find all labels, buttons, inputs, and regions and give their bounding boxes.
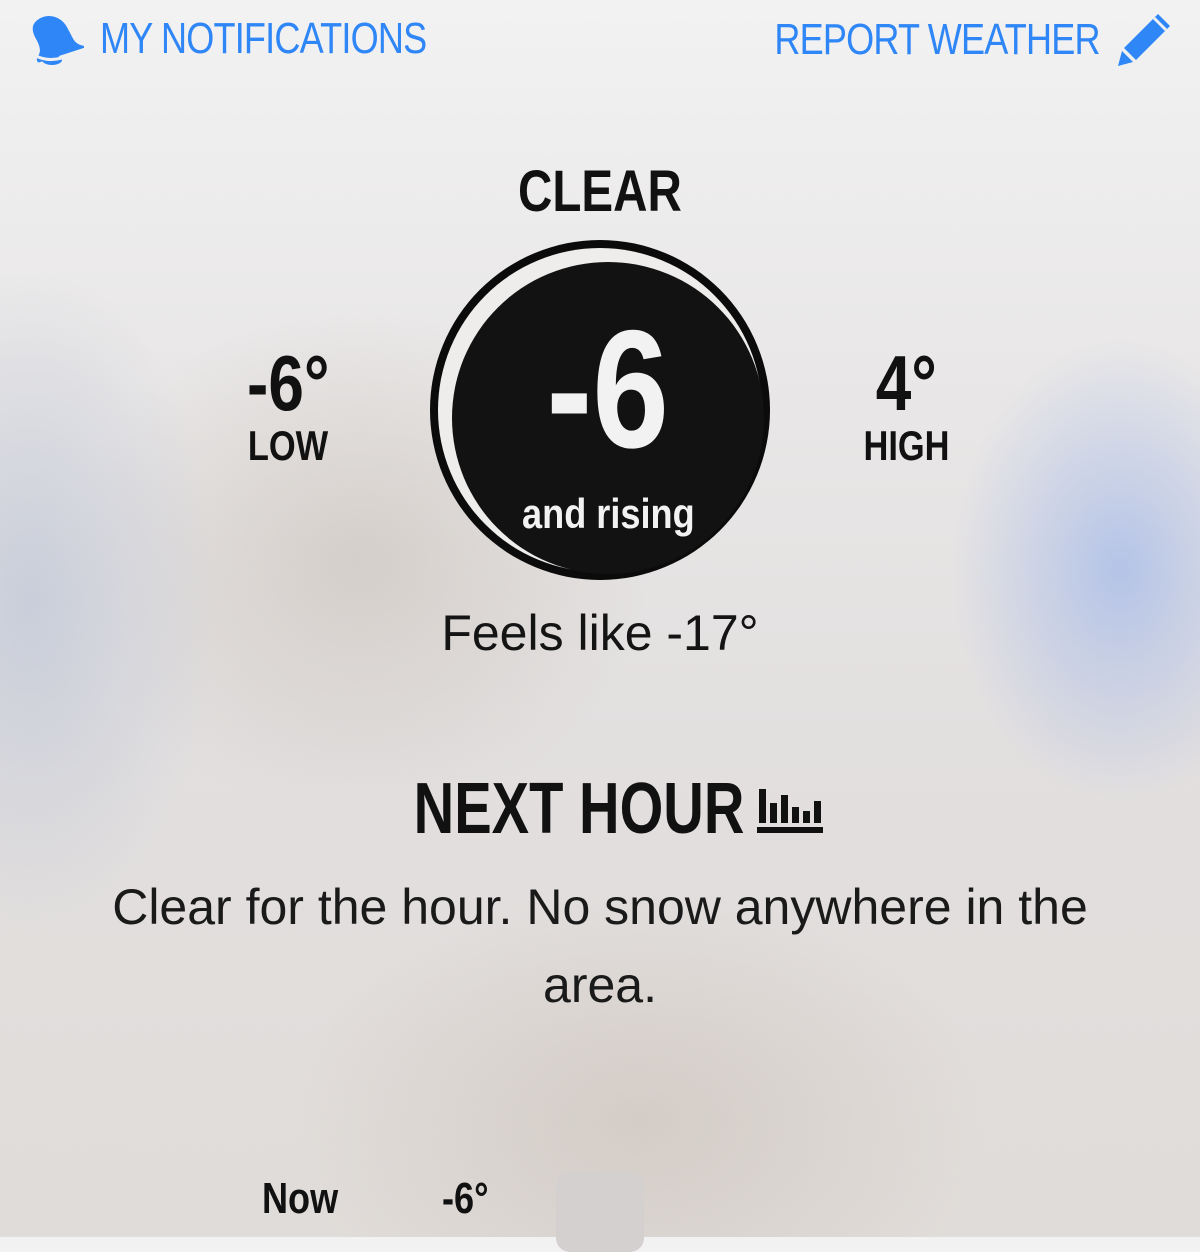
pencil-icon [1118,14,1170,66]
current-temperature-dial: -6 and rising [430,240,770,580]
hourly-row: Now -6° [0,1170,1200,1252]
high-temperature: 4° HIGH [796,342,1016,468]
next-hour-summary: Clear for the hour. No snow anywhere in … [112,879,1088,1013]
report-weather-label: REPORT WEATHER [774,15,1101,64]
current-temperature: -6 [546,295,670,483]
low-temperature: -6° LOW [178,342,398,468]
hour-time: Now [262,1174,339,1223]
next-hour-header[interactable]: NEXT HOUR [0,768,1200,850]
condition-label: CLEAR [518,159,682,224]
hour-precip-bar [556,1172,644,1252]
my-notifications-label: MY NOTIFICATIONS [100,14,427,63]
next-hour-title: NEXT HOUR [413,769,745,849]
feels-like: Feels like -17° [441,605,759,661]
bar-chart-icon [757,789,824,833]
low-label: LOW [247,422,329,469]
temperature-trend: and rising [521,490,695,537]
report-weather-button[interactable]: REPORT WEATHER [703,10,1174,70]
low-value: -6° [246,339,330,427]
bell-icon [32,15,84,65]
my-notifications-button[interactable]: MY NOTIFICATIONS [22,10,498,68]
hour-temp: -6° [442,1174,489,1223]
high-label: HIGH [862,422,950,469]
top-bar: MY NOTIFICATIONS REPORT WEATHER [0,0,1200,80]
high-value: 4° [875,339,937,427]
